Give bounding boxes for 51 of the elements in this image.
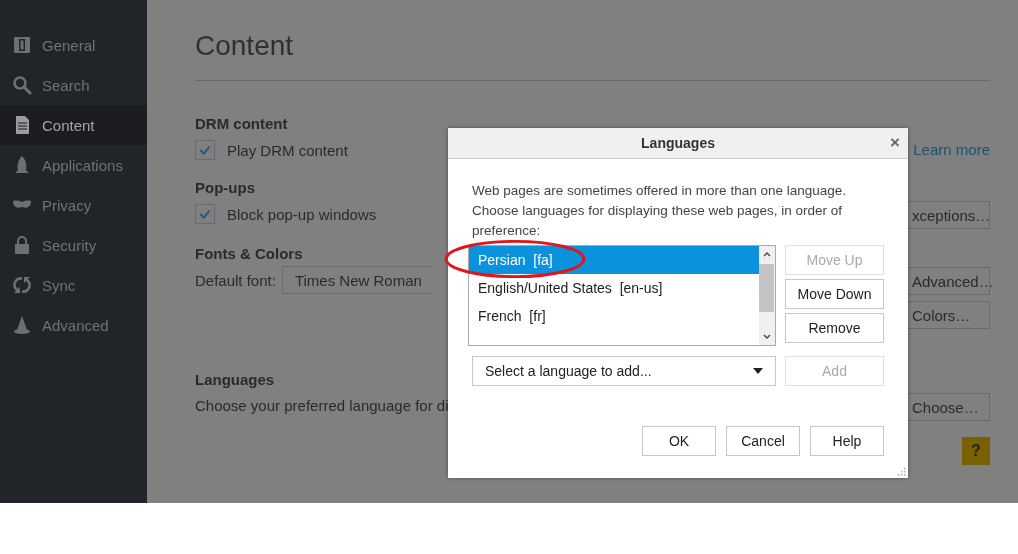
dialog-title: Languages xyxy=(641,135,715,151)
language-item[interactable]: Persian [fa] xyxy=(469,246,759,274)
dialog-description: Web pages are sometimes offered in more than one language. Choose languages for displaying these web pages, in order of preference: xyxy=(472,182,847,240)
learn-more-link[interactable]: Learn more xyxy=(913,141,990,158)
list-action-button[interactable]: Move Down xyxy=(785,279,884,309)
sidebar-item[interactable]: Applications xyxy=(0,145,147,185)
dialog-button[interactable]: Cancel xyxy=(726,426,800,456)
dialog-button[interactable]: OK xyxy=(642,426,716,456)
field-label: Default font: xyxy=(195,271,276,289)
list-action-button[interactable]: Remove xyxy=(785,313,884,343)
wizard-hat-icon xyxy=(12,315,32,335)
sidebar-item[interactable]: Content xyxy=(0,105,147,145)
section-heading: Fonts & Colors xyxy=(195,245,303,263)
section-description: Choose your preferred language for di xyxy=(195,397,449,414)
close-button[interactable]: × xyxy=(890,133,900,153)
switch-icon xyxy=(12,35,32,55)
dialog-button[interactable]: Help xyxy=(810,426,884,456)
sidebar-item[interactable]: General xyxy=(0,25,147,65)
choose-button[interactable]: Choose… xyxy=(908,393,990,421)
section-heading: Languages xyxy=(195,371,275,389)
page-title: Content xyxy=(195,30,295,63)
sidebar-item[interactable]: Privacy xyxy=(0,185,147,225)
section-heading: Pop-ups xyxy=(195,179,255,197)
scroll-down-icon[interactable] xyxy=(762,333,772,341)
sidebar-item[interactable]: Sync xyxy=(0,265,147,305)
checkbox-label[interactable]: Play DRM content xyxy=(227,141,348,159)
font-select[interactable]: Times New Roman xyxy=(281,266,434,294)
check-icon xyxy=(198,143,212,157)
exceptions-button[interactable]: xceptions… xyxy=(908,201,990,229)
resize-grip-icon xyxy=(898,468,906,476)
scroll-up-icon[interactable] xyxy=(762,250,772,258)
settings-button[interactable]: Advanced… xyxy=(908,267,990,295)
section-heading: DRM content xyxy=(195,115,288,133)
scrollbar-thumb[interactable] xyxy=(759,264,774,312)
scrollbar[interactable] xyxy=(759,246,775,345)
sidebar-item[interactable]: Security xyxy=(0,225,147,265)
check-icon xyxy=(198,207,212,221)
sidebar-item[interactable]: Search xyxy=(0,65,147,105)
checkbox[interactable] xyxy=(195,140,215,160)
help-button[interactable]: ? xyxy=(962,437,990,465)
caret-icon xyxy=(753,368,763,374)
sync-icon xyxy=(12,275,32,295)
language-item[interactable]: English/United States [en-us] xyxy=(469,274,759,302)
settings-button[interactable]: Colors… xyxy=(908,301,990,329)
checkbox-label[interactable]: Block pop-up windows xyxy=(227,205,377,223)
sidebar-item[interactable]: Advanced xyxy=(0,305,147,345)
search-icon xyxy=(12,75,32,95)
language-select[interactable]: Select a language to add... xyxy=(472,356,776,386)
checkbox[interactable] xyxy=(195,204,215,224)
padlock-icon xyxy=(12,235,32,255)
language-item[interactable]: French [fr] xyxy=(469,302,759,330)
